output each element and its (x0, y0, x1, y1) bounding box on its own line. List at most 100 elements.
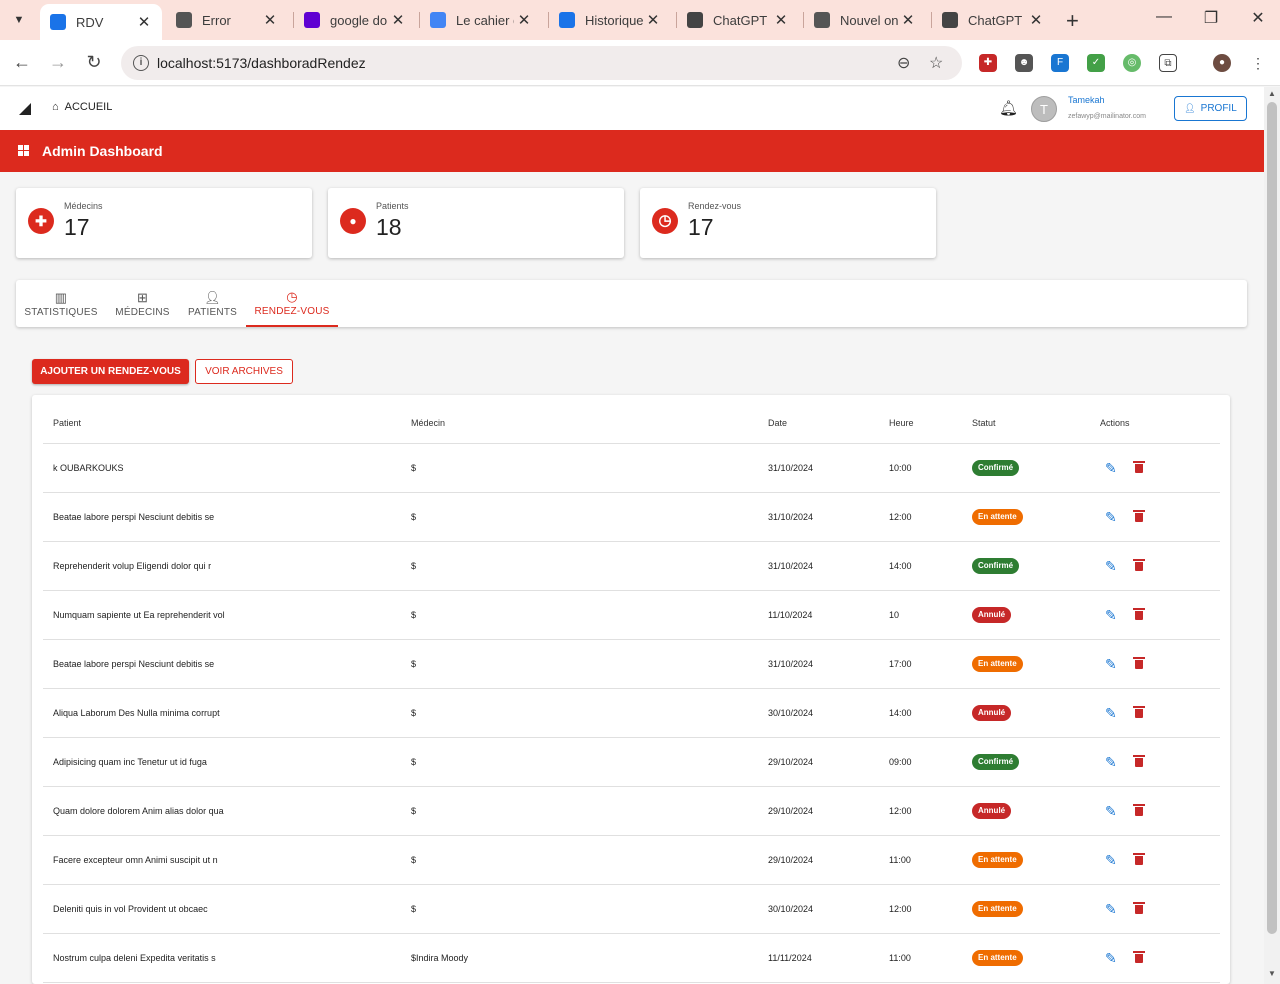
app-logo-icon[interactable] (19, 103, 31, 115)
delete-icon[interactable] (1133, 510, 1145, 522)
tab-search-chevron-icon[interactable]: ▼ (8, 9, 30, 31)
tab-close-icon[interactable]: ✕ (898, 11, 918, 29)
header-heure[interactable]: Heure (889, 418, 914, 428)
profile-button[interactable]: 👤︎ PROFIL (1174, 96, 1247, 121)
cell-date: 31/10/2024 (768, 463, 814, 473)
cell-patient: Adipisicing quam inc Tenetur ut id fuga (53, 757, 207, 767)
zoom-icon[interactable]: ⊖ (897, 53, 910, 73)
browser-tab[interactable]: Le cahier d ✕ (420, 5, 542, 35)
browser-tab[interactable]: ChatGPT ✕ (932, 5, 1054, 35)
tab-close-icon[interactable]: ✕ (134, 13, 154, 31)
back-icon[interactable]: ← (10, 52, 34, 73)
openai-icon (687, 12, 703, 28)
yahoo-icon (304, 12, 320, 28)
delete-icon[interactable] (1133, 559, 1145, 571)
home-link[interactable]: ⌂ ACCUEIL (52, 101, 112, 113)
edit-icon[interactable]: ✎ (1105, 754, 1117, 771)
browser-menu-icon[interactable]: ⋮ (1249, 54, 1267, 72)
browser-tab-title: Error (202, 12, 231, 28)
delete-icon[interactable] (1133, 755, 1145, 767)
status-badge: En attente (972, 901, 1023, 917)
edit-icon[interactable]: ✎ (1105, 950, 1117, 967)
edit-icon[interactable]: ✎ (1105, 901, 1117, 918)
edit-icon[interactable]: ✎ (1105, 705, 1117, 722)
table-row: Reprehenderit volup Eligendi dolor qui r… (43, 542, 1220, 591)
add-rendez-vous-button[interactable]: AJOUTER UN RENDEZ-VOUS (32, 359, 189, 384)
delete-icon[interactable] (1133, 951, 1145, 963)
tab-statistiques[interactable]: ▥ STATISTIQUES (16, 280, 106, 327)
header-medecin[interactable]: Médecin (411, 418, 445, 428)
browser-tab[interactable]: Nouvel on ✕ (804, 5, 926, 35)
cell-date: 30/10/2024 (768, 904, 814, 914)
scroll-down-icon[interactable]: ▼ (1268, 969, 1276, 978)
minimize-icon[interactable]: — (1149, 8, 1179, 26)
bookmark-star-icon[interactable]: ☆ (929, 53, 943, 73)
url-text[interactable]: localhost:5173/dashboradRendez (157, 55, 366, 71)
table-row: Nostrum culpa deleni Expedita veritatis … (43, 934, 1220, 983)
extension-circle-icon[interactable]: ◎ (1123, 54, 1141, 72)
status-badge: En attente (972, 852, 1023, 868)
scroll-thumb[interactable] (1267, 102, 1277, 934)
browser-tab[interactable]: google do ✕ (294, 5, 416, 35)
extension-robot-icon[interactable]: ☻ (1015, 54, 1033, 72)
tab-close-icon[interactable]: ✕ (1026, 11, 1046, 29)
delete-icon[interactable] (1133, 902, 1145, 914)
scroll-up-icon[interactable]: ▲ (1268, 89, 1276, 98)
extension-red-icon[interactable]: ✚ (979, 54, 997, 72)
delete-icon[interactable] (1133, 461, 1145, 473)
extension-green-icon[interactable]: ✓ (1087, 54, 1105, 72)
profile-avatar-icon[interactable]: ● (1213, 54, 1231, 72)
browser-tab[interactable]: RDV ✕ (40, 4, 162, 40)
stat-value: 18 (376, 214, 402, 240)
edit-icon[interactable]: ✎ (1105, 460, 1117, 477)
tab-medecins[interactable]: ⊞ MÉDECINS (106, 280, 179, 327)
edit-icon[interactable]: ✎ (1105, 509, 1117, 526)
browser-tab[interactable]: ChatGPT ✕ (677, 5, 799, 35)
browser-tab[interactable]: Error ✕ (166, 5, 288, 35)
cell-heure: 17:00 (889, 659, 912, 669)
delete-icon[interactable] (1133, 608, 1145, 620)
site-info-icon[interactable]: i (133, 55, 149, 71)
forward-icon[interactable]: → (46, 52, 70, 73)
tab-close-icon[interactable]: ✕ (771, 11, 791, 29)
extension-blue-icon[interactable]: F (1051, 54, 1069, 72)
header-date[interactable]: Date (768, 418, 787, 428)
delete-icon[interactable] (1133, 706, 1145, 718)
header-actions: Actions (1100, 418, 1130, 428)
tab-close-icon[interactable]: ✕ (260, 11, 280, 29)
browser-tab[interactable]: Historique ✕ (549, 5, 671, 35)
cell-heure: 10:00 (889, 463, 912, 473)
notification-bell-icon[interactable]: 🔔︎ (999, 99, 1018, 117)
maximize-icon[interactable]: ❐ (1196, 8, 1226, 28)
stat-card-rendez-vous: ◷ Rendez-vous 17 (640, 188, 936, 258)
delete-icon[interactable] (1133, 657, 1145, 669)
tab-close-icon[interactable]: ✕ (388, 11, 408, 29)
header-patient[interactable]: Patient (53, 418, 81, 428)
browser-tab-strip: ▼ RDV ✕ Error ✕ google do ✕ Le cahier d ✕ Histor… (0, 0, 1280, 40)
tab-close-icon[interactable]: ✕ (643, 11, 663, 29)
edit-icon[interactable]: ✎ (1105, 803, 1117, 820)
cell-patient: Facere excepteur omn Animi suscipit ut n (53, 855, 218, 865)
cell-date: 29/10/2024 (768, 806, 814, 816)
avatar[interactable]: T (1031, 96, 1057, 122)
edit-icon[interactable]: ✎ (1105, 852, 1117, 869)
tab-patients[interactable]: 👤︎ PATIENTS (179, 280, 246, 327)
edit-icon[interactable]: ✎ (1105, 607, 1117, 624)
address-bar[interactable]: i localhost:5173/dashboradRendez ⊖ ☆ (121, 46, 962, 80)
edit-icon[interactable]: ✎ (1105, 656, 1117, 673)
reload-icon[interactable]: ↻ (82, 52, 106, 73)
delete-icon[interactable] (1133, 804, 1145, 816)
view-archives-button[interactable]: VOIR ARCHIVES (195, 359, 293, 384)
delete-icon[interactable] (1133, 853, 1145, 865)
user-name: Tamekah (1068, 95, 1105, 105)
page-scrollbar[interactable]: ▲ ▼ (1264, 87, 1280, 984)
stat-label: Patients (376, 201, 409, 211)
header-statut[interactable]: Statut (972, 418, 996, 428)
edit-icon[interactable]: ✎ (1105, 558, 1117, 575)
tab-close-icon[interactable]: ✕ (514, 11, 534, 29)
extensions-puzzle-icon[interactable]: ⧉ (1159, 54, 1177, 72)
tab-label: PATIENTS (187, 306, 237, 318)
new-tab-button[interactable]: + (1066, 8, 1079, 34)
tab-rendez-vous[interactable]: ◷ RENDEZ-VOUS (246, 280, 338, 327)
window-close-icon[interactable]: ✕ (1243, 8, 1273, 28)
